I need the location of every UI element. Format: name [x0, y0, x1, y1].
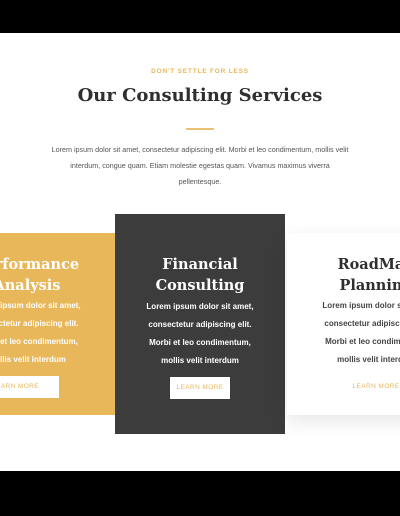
service-card-financial-consulting: Financial Consulting Lorem ipsum dolor s…	[115, 214, 285, 434]
title-divider	[186, 128, 214, 130]
card-title-line: Performance	[0, 256, 80, 273]
learn-more-button[interactable]: LEARN MORE	[170, 377, 230, 399]
card-description-line: Morbi et leo condimentum,	[149, 338, 251, 347]
card-title-line: Financial	[162, 256, 238, 273]
card-description-line: Morbi et leo condimentum,	[0, 337, 78, 346]
card-title: Performance Analysis	[0, 254, 116, 296]
card-title-line: Planning	[339, 277, 400, 294]
card-description-line: consectetur adipiscing elit.	[148, 320, 252, 329]
card-title-line: Consulting	[155, 277, 245, 294]
section-title: Our Consulting Services	[77, 85, 323, 106]
card-title: RoadMap Planning	[287, 254, 400, 296]
services-section: DON'T SETTLE FOR LESS Our Consulting Ser…	[0, 33, 400, 471]
card-description-line: Lorem ipsum dolor sit amet,	[322, 301, 400, 310]
card-description-line: consectetur adipiscing elit.	[0, 319, 79, 328]
card-description-line: consectetur adipiscing elit.	[324, 319, 400, 328]
card-description: Lorem ipsum dolor sit amet, consectetur …	[0, 297, 116, 369]
card-title-line: Analysis	[0, 277, 61, 294]
card-description-line: Lorem ipsum dolor sit amet,	[146, 302, 254, 311]
card-description-line: mollis velit interdum	[0, 355, 66, 364]
card-description-line: Morbi et leo condimentum,	[325, 337, 400, 346]
card-description: Lorem ipsum dolor sit amet, consectetur …	[115, 298, 285, 370]
service-card-roadmap-planning: RoadMap Planning Lorem ipsum dolor sit a…	[287, 233, 400, 415]
card-title: Financial Consulting	[115, 254, 285, 296]
card-title-line: RoadMap	[337, 256, 400, 273]
section-eyebrow: DON'T SETTLE FOR LESS	[151, 68, 249, 75]
card-description-line: mollis velit interdum	[337, 355, 400, 364]
card-description-line: mollis velit interdum	[161, 356, 239, 365]
service-card-performance-analysis: Performance Analysis Lorem ipsum dolor s…	[0, 233, 116, 415]
section-intro: Lorem ipsum dolor sit amet, consectetur …	[51, 145, 349, 186]
learn-more-button[interactable]: LEARN MORE	[333, 376, 400, 398]
learn-more-button[interactable]: LEARN MORE	[0, 376, 59, 398]
card-description-line: Lorem ipsum dolor sit amet,	[0, 301, 81, 310]
card-description: Lorem ipsum dolor sit amet, consectetur …	[287, 297, 400, 369]
